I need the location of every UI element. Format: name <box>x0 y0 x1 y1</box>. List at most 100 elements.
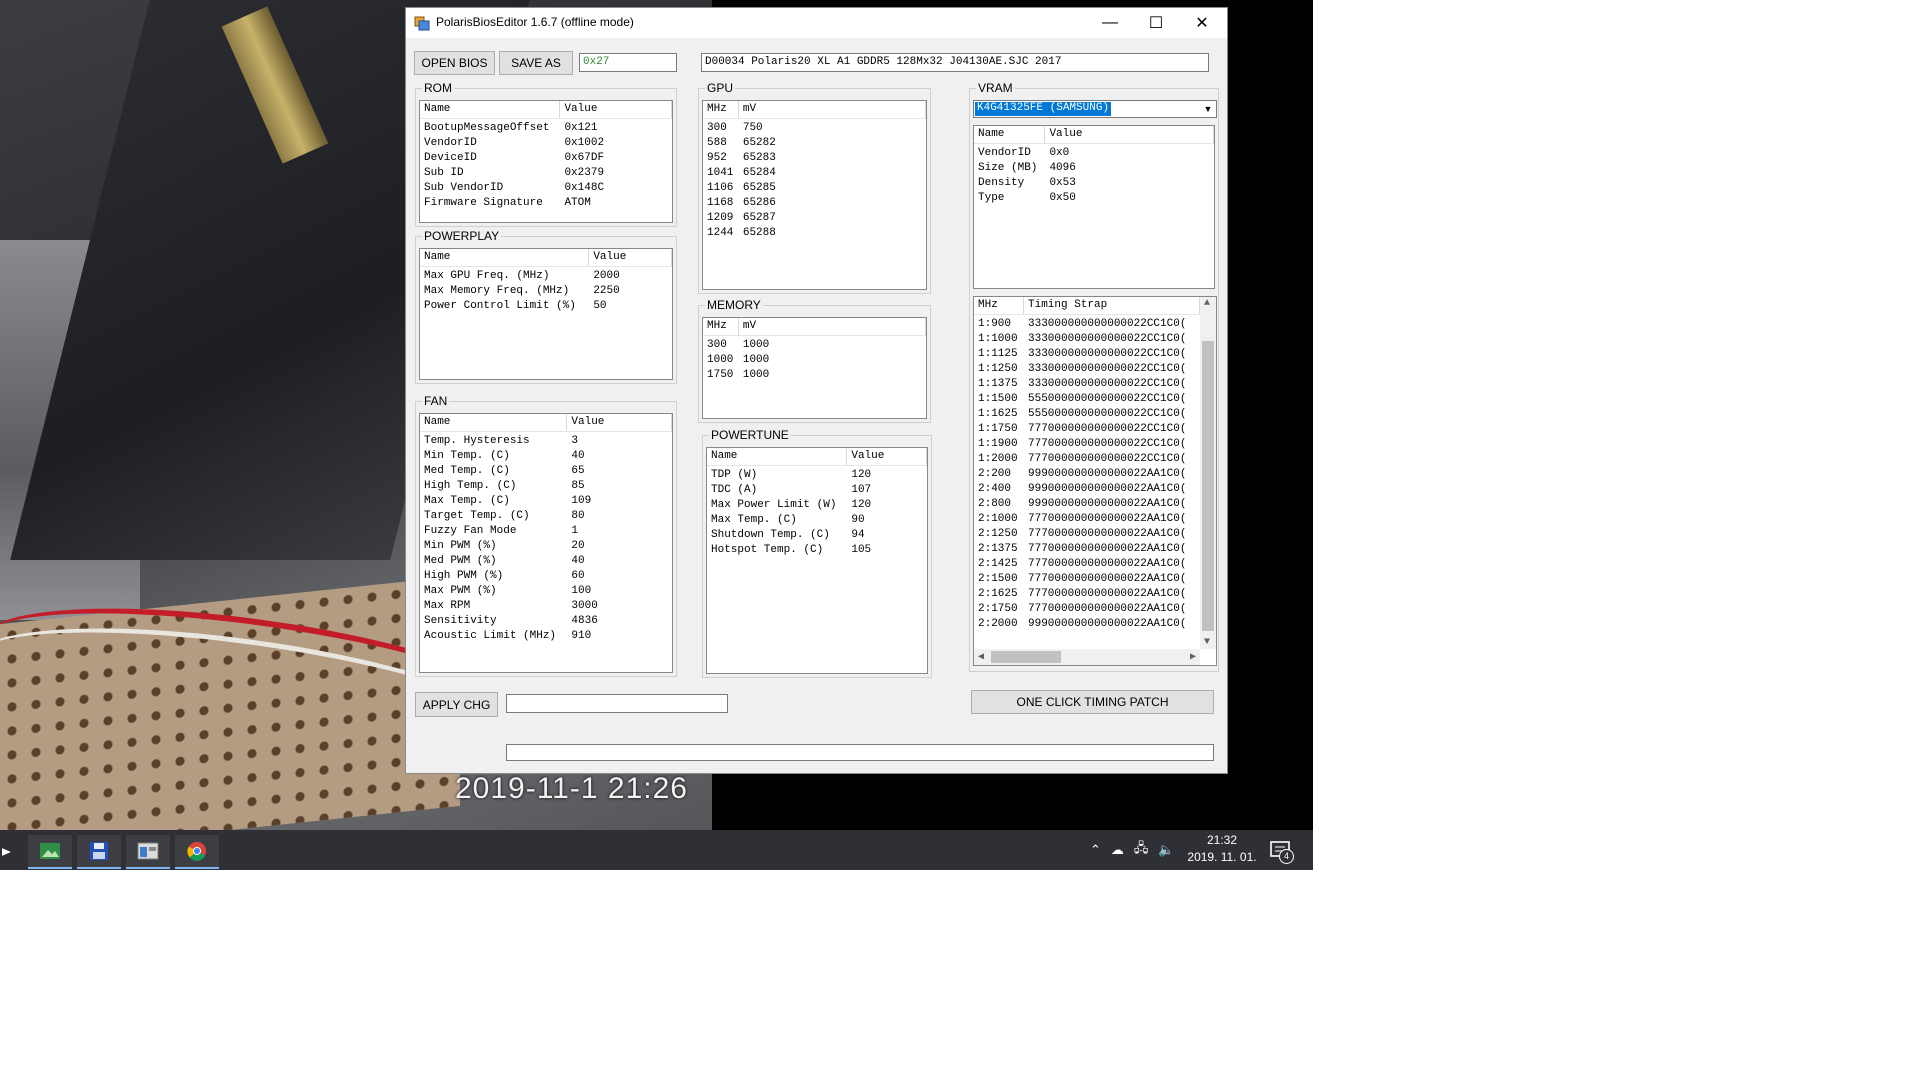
timing-row[interactable]: 2:1625 777000000000000022AA1C0( <box>974 588 1216 603</box>
powerplay-header-name[interactable]: Name <box>420 249 590 266</box>
vram-row[interactable]: VendorID 0x0 <box>974 147 1214 162</box>
timing-row[interactable]: 2:400 999000000000000022AA1C0( <box>974 483 1216 498</box>
timing-horizontal-thumb[interactable] <box>991 651 1061 663</box>
memory-header-mv[interactable]: mV <box>739 318 926 335</box>
powertune-row[interactable]: Max Power Limit (W) 120 <box>707 499 927 514</box>
save-as-button[interactable]: SAVE AS <box>499 51 573 75</box>
timing-row[interactable]: 1:900 333000000000000022CC1C0( <box>974 318 1216 333</box>
timing-row[interactable]: 2:200 999000000000000022AA1C0( <box>974 468 1216 483</box>
fan-row[interactable]: Min PWM (%) 20 <box>420 540 672 555</box>
one-click-timing-patch-button[interactable]: ONE CLICK TIMING PATCH <box>971 690 1214 714</box>
timing-row[interactable]: 2:1000 777000000000000022AA1C0( <box>974 513 1216 528</box>
timing-vertical-thumb[interactable] <box>1202 341 1214 631</box>
timing-row[interactable]: 1:1000 333000000000000022CC1C0( <box>974 333 1216 348</box>
powertune-row[interactable]: Hotspot Temp. (C) 105 <box>707 544 927 559</box>
timing-row[interactable]: 2:2000 999000000000000022AA1C0( <box>974 618 1216 633</box>
powertune-row[interactable]: Shutdown Temp. (C) 94 <box>707 529 927 544</box>
timing-row[interactable]: 2:1250 777000000000000022AA1C0( <box>974 528 1216 543</box>
vram-row[interactable]: Size (MB) 4096 <box>974 162 1214 177</box>
timing-row[interactable]: 1:1375 333000000000000022CC1C0( <box>974 378 1216 393</box>
save-disk-icon[interactable] <box>77 835 121 869</box>
vram-info-list[interactable]: Name Value VendorID 0x0 Size (MB) 4096 Densi… <box>973 125 1215 289</box>
memory-row[interactable]: 1000 1000 <box>703 354 926 369</box>
memory-list[interactable]: MHz mV 300 1000 1000 1000 1750 1000 <box>702 317 927 419</box>
timing-row[interactable]: 2:1750 777000000000000022AA1C0( <box>974 603 1216 618</box>
gpu-row[interactable]: 1209 65287 <box>703 212 926 227</box>
powerplay-row[interactable]: Power Control Limit (%) 50 <box>420 300 672 315</box>
chevron-down-icon[interactable]: ▼ <box>1201 102 1215 116</box>
memory-row[interactable]: 300 1000 <box>703 339 926 354</box>
vram-row[interactable]: Type 0x50 <box>974 192 1214 207</box>
timing-row[interactable]: 1:1125 333000000000000022CC1C0( <box>974 348 1216 363</box>
title-bar[interactable]: PolarisBiosEditor 1.6.7 (offline mode) —… <box>406 8 1227 38</box>
action-center-icon[interactable]: 4 <box>1268 838 1294 864</box>
taskbar-clock[interactable]: 21:32 2019. 11. 01. <box>1182 832 1262 866</box>
fan-row[interactable]: Max RPM 3000 <box>420 600 672 615</box>
open-bios-button[interactable]: OPEN BIOS <box>414 51 495 75</box>
rom-header-name[interactable]: Name <box>420 101 561 118</box>
fan-row[interactable]: Sensitivity 4836 <box>420 615 672 630</box>
timing-row[interactable]: 2:800 999000000000000022AA1C0( <box>974 498 1216 513</box>
timing-row[interactable]: 1:1625 555000000000000022CC1C0( <box>974 408 1216 423</box>
fan-list[interactable]: Name Value Temp. Hysteresis 3 Min Temp. (C… <box>419 413 673 673</box>
timing-row[interactable]: 2:1500 777000000000000022AA1C0( <box>974 573 1216 588</box>
fan-row[interactable]: Max PWM (%) 100 <box>420 585 672 600</box>
maximize-button[interactable]: ☐ <box>1133 8 1179 38</box>
gpu-row[interactable]: 1168 65286 <box>703 197 926 212</box>
memory-header-mhz[interactable]: MHz <box>703 318 739 335</box>
fan-row[interactable]: Fuzzy Fan Mode 1 <box>420 525 672 540</box>
minimize-button[interactable]: — <box>1087 8 1133 38</box>
gpu-row[interactable]: 1244 65288 <box>703 227 926 242</box>
timing-row[interactable]: 2:1425 777000000000000022AA1C0( <box>974 558 1216 573</box>
rom-row[interactable]: Firmware Signature ATOM <box>420 197 672 212</box>
fan-row[interactable]: Med Temp. (C) 65 <box>420 465 672 480</box>
powerplay-row[interactable]: Max Memory Freq. (MHz) 2250 <box>420 285 672 300</box>
timing-row[interactable]: 1:1500 555000000000000022CC1C0( <box>974 393 1216 408</box>
timing-row[interactable]: 2:1375 777000000000000022AA1C0( <box>974 543 1216 558</box>
powertune-header-value[interactable]: Value <box>847 448 927 465</box>
gpu-row[interactable]: 1041 65284 <box>703 167 926 182</box>
rom-row[interactable]: Sub ID 0x2379 <box>420 167 672 182</box>
scroll-down-icon[interactable]: ▼ <box>1204 637 1210 648</box>
memory-row[interactable]: 1750 1000 <box>703 369 926 384</box>
mail-icon[interactable] <box>0 835 18 869</box>
fan-row[interactable]: Temp. Hysteresis 3 <box>420 435 672 450</box>
rom-header-value[interactable]: Value <box>560 101 672 118</box>
apply-changes-button[interactable]: APPLY CHG <box>415 692 498 717</box>
gpu-header-mv[interactable]: mV <box>739 101 926 118</box>
vram-header-name[interactable]: Name <box>974 126 1046 143</box>
powerplay-list[interactable]: Name Value Max GPU Freq. (MHz) 2000 Max Me… <box>419 248 673 380</box>
timing-header-strap[interactable]: Timing Strap <box>1024 297 1200 314</box>
fan-header-name[interactable]: Name <box>420 414 568 431</box>
vram-row[interactable]: Density 0x53 <box>974 177 1214 192</box>
fan-row[interactable]: Max Temp. (C) 109 <box>420 495 672 510</box>
powerplay-row[interactable]: Max GPU Freq. (MHz) 2000 <box>420 270 672 285</box>
rom-row[interactable]: VendorID 0x1002 <box>420 137 672 152</box>
gpu-row[interactable]: 952 65283 <box>703 152 926 167</box>
status-bar-field[interactable] <box>506 744 1214 761</box>
apply-status-field[interactable] <box>506 694 728 713</box>
fan-row[interactable]: Acoustic Limit (MHz) 910 <box>420 630 672 645</box>
bios-info-field[interactable]: D00034 Polaris20 XL A1 GDDR5 128Mx32 J04… <box>701 53 1209 72</box>
rom-row[interactable]: BootupMessageOffset 0x121 <box>420 122 672 137</box>
timing-strap-list[interactable]: MHz Timing Strap 1:900 333000000000000022… <box>973 296 1217 666</box>
timing-vertical-scrollbar[interactable]: ▲ ▼ <box>1200 297 1216 649</box>
photos-icon[interactable] <box>28 835 72 869</box>
fan-row[interactable]: High PWM (%) 60 <box>420 570 672 585</box>
timing-row[interactable]: 1:2000 777000000000000022CC1C0( <box>974 453 1216 468</box>
powertune-list[interactable]: Name Value TDP (W) 120 TDC (A) 107 Max Power… <box>706 447 928 674</box>
timing-header-mhz[interactable]: MHz <box>974 297 1024 314</box>
timing-row[interactable]: 1:1250 333000000000000022CC1C0( <box>974 363 1216 378</box>
gpu-row[interactable]: 1106 65285 <box>703 182 926 197</box>
powertune-row[interactable]: TDP (W) 120 <box>707 469 927 484</box>
powertune-header-name[interactable]: Name <box>707 448 848 465</box>
scroll-right-icon[interactable]: ▶ <box>1190 651 1196 663</box>
gpu-header-mhz[interactable]: MHz <box>703 101 739 118</box>
vram-header-value[interactable]: Value <box>1045 126 1214 143</box>
fan-row[interactable]: Min Temp. (C) 40 <box>420 450 672 465</box>
rom-list[interactable]: Name Value BootupMessageOffset 0x121 Vendo… <box>419 100 673 223</box>
network-icon[interactable]: 🖧 <box>1134 839 1149 861</box>
gpu-row[interactable]: 588 65282 <box>703 137 926 152</box>
checksum-field[interactable]: 0x27 <box>579 53 677 72</box>
timing-horizontal-scrollbar[interactable]: ◀ ▶ <box>974 649 1200 665</box>
